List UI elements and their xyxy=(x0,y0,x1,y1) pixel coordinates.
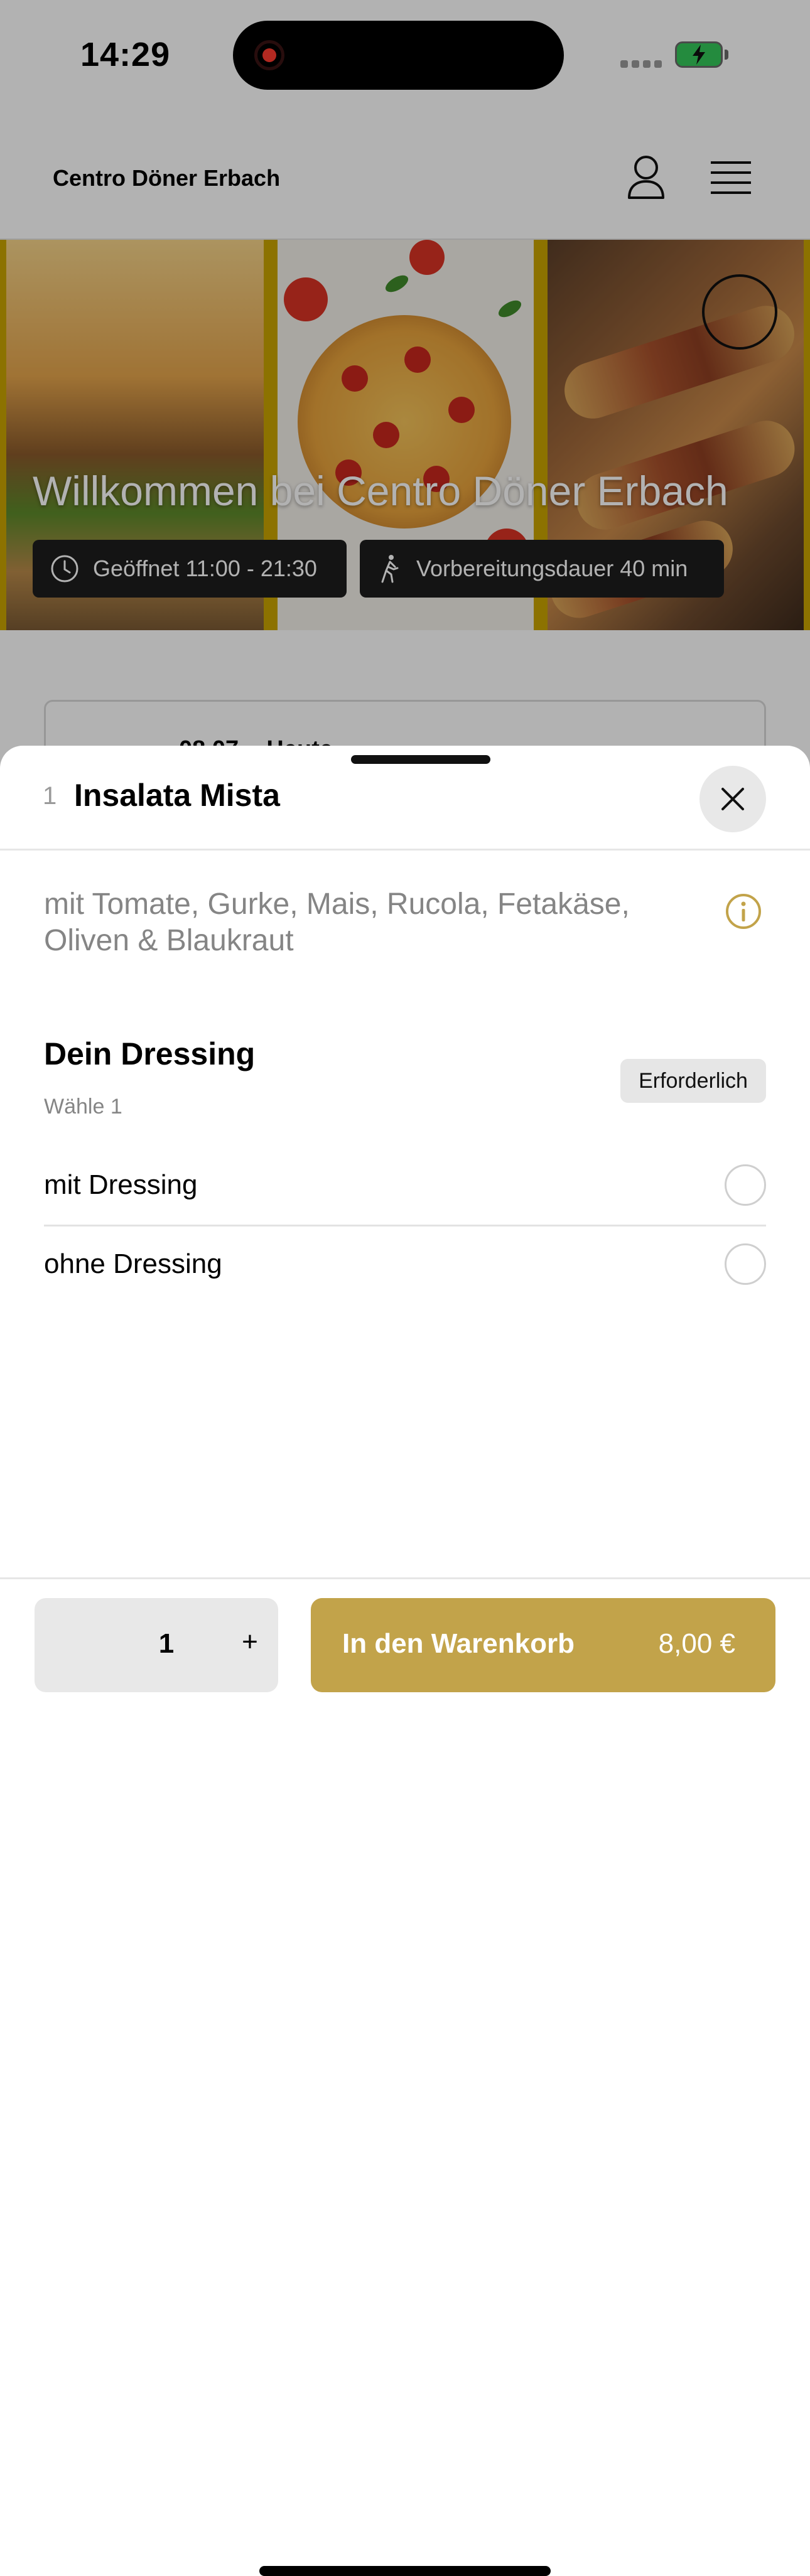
option-label: ohne Dressing xyxy=(44,1248,222,1279)
option-without-dressing[interactable]: ohne Dressing xyxy=(44,1225,766,1304)
quantity-stepper: 1 + xyxy=(35,1598,278,1692)
add-to-cart-label: In den Warenkorb xyxy=(342,1628,575,1659)
close-button[interactable] xyxy=(699,766,766,832)
item-description: mit Tomate, Gurke, Mais, Rucola, Fetakäs… xyxy=(44,888,630,957)
sheet-header: 1 Insalata Mista xyxy=(0,746,810,851)
option-with-dressing[interactable]: mit Dressing xyxy=(44,1146,766,1226)
sheet-grabber[interactable] xyxy=(351,755,490,764)
sheet-footer: 1 + In den Warenkorb 8,00 € xyxy=(0,1577,810,2576)
increment-button[interactable]: + xyxy=(234,1626,266,1664)
required-badge: Erforderlich xyxy=(620,1059,766,1103)
add-to-cart-button[interactable]: In den Warenkorb 8,00 € xyxy=(311,1598,775,1692)
item-number: 1 xyxy=(43,782,57,810)
radio-button[interactable] xyxy=(725,1164,766,1206)
close-icon xyxy=(721,788,744,810)
item-title: Insalata Mista xyxy=(74,778,280,813)
option-group-subtitle: Wähle 1 xyxy=(44,1095,122,1119)
quantity-value: 1 xyxy=(158,1628,175,1659)
option-group-title: Dein Dressing xyxy=(44,1036,256,1071)
radio-button[interactable] xyxy=(725,1243,766,1285)
price-label: 8,00 € xyxy=(658,1628,735,1659)
option-label: mit Dressing xyxy=(44,1169,198,1200)
product-sheet: 1 Insalata Mista mit Tomate, Gurke, Mais… xyxy=(0,746,810,2576)
info-icon[interactable] xyxy=(725,893,762,930)
home-indicator xyxy=(259,2566,551,2576)
